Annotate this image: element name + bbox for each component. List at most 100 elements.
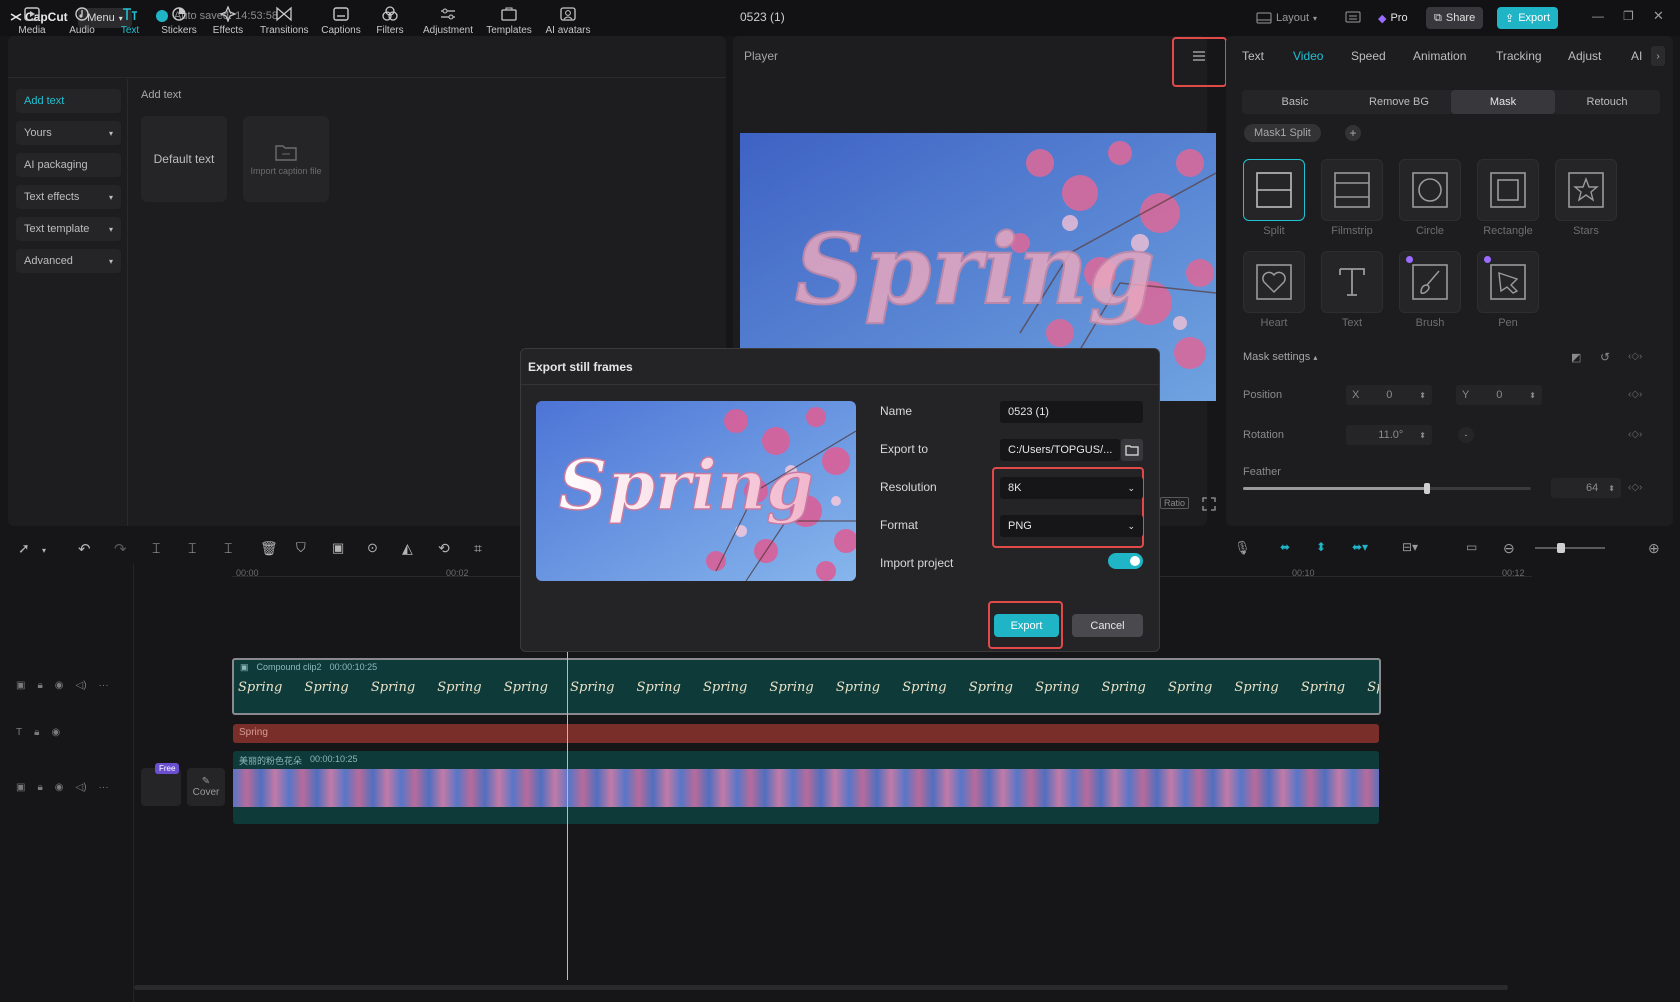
lock-icon[interactable]: 🔒︎ xyxy=(37,680,42,691)
export-path-input[interactable]: C:/Users/TOPGUS/... xyxy=(1000,439,1120,461)
text-clip[interactable]: Spring xyxy=(233,724,1379,743)
more-icon[interactable]: ··· xyxy=(99,680,109,691)
rotation-dial-icon[interactable]: - xyxy=(1458,427,1474,443)
tool-transitions[interactable]: Transitions xyxy=(260,6,309,36)
mask-chip[interactable]: Mask1 Split xyxy=(1244,124,1321,142)
keyframe-icon[interactable]: ‹◇› xyxy=(1628,389,1642,400)
dialog-export-button[interactable]: Export xyxy=(994,614,1059,637)
mask-heart[interactable] xyxy=(1243,251,1305,313)
lock-icon[interactable]: 🔒︎ xyxy=(37,782,42,793)
sidebar-item-ai-packaging[interactable]: AI packaging xyxy=(16,153,121,177)
eye-icon[interactable]: ◉ xyxy=(55,782,64,793)
delete-icon[interactable]: 🗑 xyxy=(260,540,278,557)
eye-icon[interactable]: ◉ xyxy=(55,680,64,691)
keyboard-icon[interactable] xyxy=(1345,11,1361,23)
format-select[interactable]: PNG ⌄ xyxy=(1000,515,1143,537)
position-x-input[interactable]: X 0 ⬍ xyxy=(1346,385,1432,405)
mask-rectangle[interactable] xyxy=(1477,159,1539,221)
magnet-icon[interactable]: ⬍ xyxy=(1316,540,1326,554)
fullscreen-icon[interactable] xyxy=(1202,497,1216,511)
speaker-icon[interactable]: ◁) xyxy=(76,782,87,793)
select-cursor-icon[interactable]: ➚ xyxy=(18,540,30,557)
zoom-in-icon[interactable]: ⊕ xyxy=(1648,540,1660,557)
speaker-icon[interactable]: ◁) xyxy=(76,680,87,691)
feather-slider-thumb[interactable] xyxy=(1424,483,1431,494)
restore-icon[interactable]: ❐ xyxy=(1623,9,1634,23)
split-left-icon[interactable]: ⌶ xyxy=(188,540,196,557)
tool-adjustment[interactable]: Adjustment xyxy=(420,6,476,36)
preview-axis-icon[interactable]: ⊟▾ xyxy=(1402,540,1418,554)
tool-effects[interactable]: Effects xyxy=(204,6,252,36)
name-input[interactable]: 0523 (1) xyxy=(1000,401,1143,423)
rotation-input[interactable]: 11.0° ⬍ xyxy=(1346,425,1432,445)
mask-text[interactable] xyxy=(1321,251,1383,313)
ratio-button[interactable]: Ratio xyxy=(1160,497,1190,509)
share-button[interactable]: ⧉ Share xyxy=(1426,7,1484,29)
add-mask-icon[interactable]: + xyxy=(1345,125,1361,141)
rotate-icon[interactable]: ⟲ xyxy=(438,540,450,557)
keyframe-icon[interactable]: ‹◇› xyxy=(1628,429,1642,440)
tool-media[interactable]: Media xyxy=(8,6,56,36)
minimize-icon[interactable]: — xyxy=(1592,9,1604,23)
microphone-icon[interactable]: 🎙 xyxy=(1234,540,1251,556)
layout-button[interactable]: Layout ▾ xyxy=(1256,8,1317,28)
mask-filmstrip[interactable] xyxy=(1321,159,1383,221)
split-icon[interactable]: ⌶ xyxy=(152,540,160,557)
timeline-scrollbar[interactable] xyxy=(134,985,1508,990)
invert-icon[interactable]: ◩ xyxy=(1571,351,1581,364)
subtab-retouch[interactable]: Retouch xyxy=(1555,90,1659,114)
auto-snap-icon[interactable]: ⬌▾ xyxy=(1352,540,1368,554)
sidebar-item-text-effects[interactable]: Text effects ▾ xyxy=(16,185,121,209)
subtab-remove-bg[interactable]: Remove BG xyxy=(1347,90,1451,114)
sidebar-item-text-template[interactable]: Text template ▾ xyxy=(16,217,121,241)
position-y-input[interactable]: Y 0 ⬍ xyxy=(1456,385,1542,405)
sidebar-item-add-text[interactable]: Add text xyxy=(16,89,121,113)
audio-thumbnail[interactable]: Free xyxy=(141,763,181,806)
pro-badge[interactable]: ◆ Pro xyxy=(1378,8,1408,28)
link-clips-icon[interactable]: ⬌ xyxy=(1280,540,1290,554)
tool-captions[interactable]: Captions xyxy=(317,6,365,36)
reset-icon[interactable]: ↺ xyxy=(1600,350,1610,364)
keyframe-icon[interactable]: ‹◇› xyxy=(1628,482,1642,493)
tool-audio[interactable]: Audio xyxy=(58,6,106,36)
tool-ai-avatars[interactable]: AI avatars xyxy=(542,6,594,36)
zoom-out-icon[interactable]: ⊖ xyxy=(1503,540,1515,557)
freeze-icon[interactable]: ▣ xyxy=(332,540,344,556)
mirror-icon[interactable]: ◭ xyxy=(402,540,413,557)
hamburger-icon[interactable] xyxy=(1192,50,1206,62)
tab-video[interactable]: Video xyxy=(1293,49,1323,63)
close-icon[interactable]: ✕ xyxy=(1653,8,1664,24)
feather-slider[interactable] xyxy=(1243,483,1531,494)
tab-animation[interactable]: Animation xyxy=(1413,49,1466,63)
tool-templates[interactable]: Templates xyxy=(482,6,536,36)
folder-browse-button[interactable] xyxy=(1121,439,1143,461)
export-button[interactable]: ⇪ Export xyxy=(1497,7,1559,29)
chevron-down-icon[interactable]: ▾ xyxy=(42,546,46,555)
eye-icon[interactable]: ◉ xyxy=(51,727,60,738)
screen-icon[interactable]: ▭ xyxy=(1466,540,1477,554)
shield-icon[interactable]: ⛉ xyxy=(296,540,306,556)
tab-tracking[interactable]: Tracking xyxy=(1496,49,1542,63)
split-right-icon[interactable]: ⌶ xyxy=(224,540,232,557)
redo-icon[interactable]: ↷ xyxy=(114,540,127,558)
chevron-right-icon[interactable]: › xyxy=(1651,46,1665,66)
subtab-mask[interactable]: Mask xyxy=(1451,90,1555,114)
mask-stars[interactable] xyxy=(1555,159,1617,221)
sidebar-item-yours[interactable]: Yours ▾ xyxy=(16,121,121,145)
resolution-select[interactable]: 8K ⌄ xyxy=(1000,477,1143,499)
lock-icon[interactable]: 🔒︎ xyxy=(34,727,39,738)
zoom-slider-thumb[interactable] xyxy=(1557,543,1565,553)
subtab-basic[interactable]: Basic xyxy=(1243,90,1347,114)
crop-icon[interactable]: ⌗ xyxy=(474,540,482,557)
zoom-slider[interactable] xyxy=(1535,543,1605,553)
import-project-toggle[interactable] xyxy=(1108,553,1143,569)
tab-ai[interactable]: AI xyxy=(1631,49,1642,63)
import-caption-card[interactable]: Import caption file xyxy=(243,116,329,202)
play-circle-icon[interactable]: ⊙ xyxy=(367,540,378,556)
tab-adjust[interactable]: Adjust xyxy=(1568,49,1601,63)
default-text-card[interactable]: Default text xyxy=(141,116,227,202)
mask-split[interactable] xyxy=(1243,159,1305,221)
tool-filters[interactable]: Filters xyxy=(366,6,414,36)
tab-text[interactable]: Text xyxy=(1242,49,1264,63)
feather-input[interactable]: 64 ⬍ xyxy=(1551,478,1621,498)
